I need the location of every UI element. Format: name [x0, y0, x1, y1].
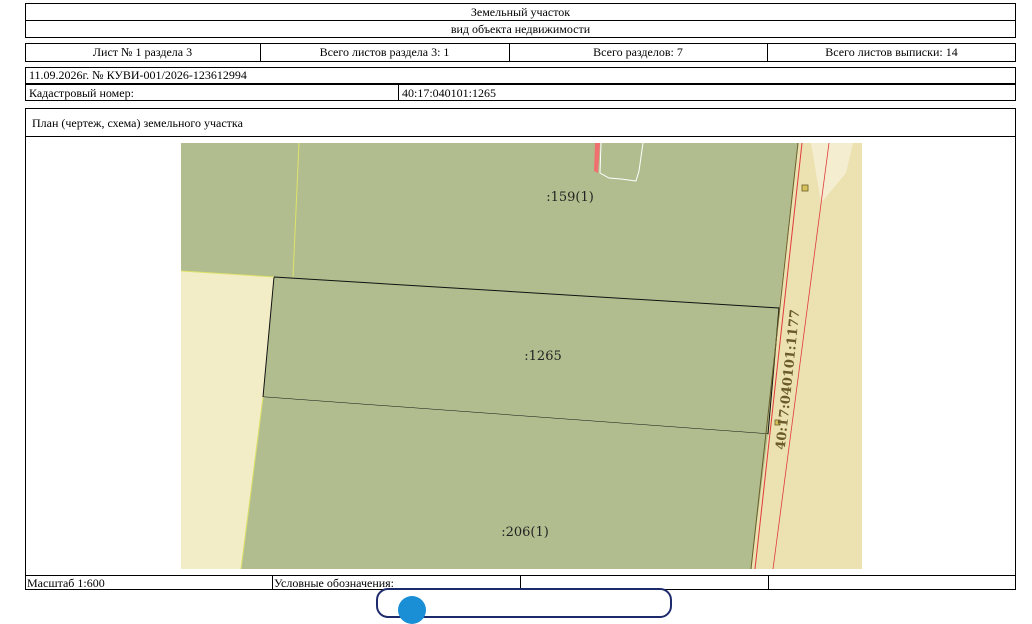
- parcel-main-label: :1265: [524, 349, 561, 364]
- parcel-north-label: :159(1): [546, 190, 594, 205]
- parcel-south-label: :206(1): [501, 525, 549, 540]
- cadastral-label: Кадастровый номер:: [29, 86, 134, 100]
- header-divider: [25, 20, 1016, 21]
- scale-label: Масштаб 1:600: [27, 576, 105, 590]
- marker-square: [801, 184, 809, 192]
- document-ref: 11.09.2026г. № КУВИ-001/2026-123612994: [29, 68, 247, 82]
- extract-sheets-total: Всего листов выписки: 14: [825, 45, 958, 59]
- footer-divider: [768, 575, 769, 590]
- sheet-total-section: Всего листов раздела 3: 1: [319, 45, 450, 59]
- footer-divider: [272, 575, 273, 590]
- header-subtitle: вид объекта недвижимости: [450, 22, 591, 36]
- land-plot-plan: :159(1) :1265 :206(1) 40:17:040101:1177: [181, 143, 862, 569]
- plan-title: План (чертеж, схема) земельного участка: [32, 116, 243, 130]
- header-title: Земельный участок: [470, 5, 571, 19]
- cadastral-row: [25, 84, 1016, 101]
- sheet-number: Лист № 1 раздела 3: [92, 45, 193, 59]
- signature-stamp: [376, 588, 672, 624]
- stamp-emblem-icon: [398, 596, 426, 624]
- cadastral-number: 40:17:040101:1265: [402, 86, 497, 100]
- legend-label: Условные обозначения:: [274, 576, 395, 590]
- sections-total: Всего разделов: 7: [593, 45, 683, 59]
- cadastral-divider: [398, 84, 399, 101]
